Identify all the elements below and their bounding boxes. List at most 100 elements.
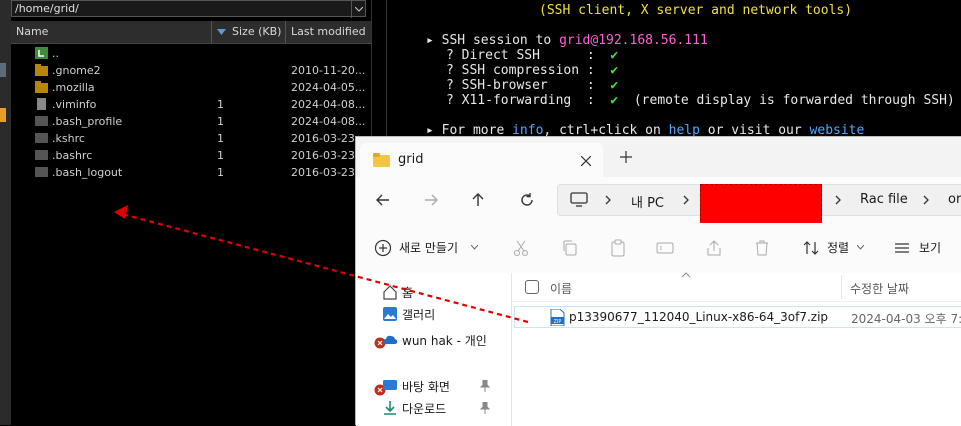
folder-icon [35,81,48,93]
tool-icon[interactable] [0,108,6,122]
terminal-check-line: ? X11-forwarding : ✔ (remote display is … [446,93,955,108]
download-icon [384,401,396,415]
sort-desc-icon [217,29,226,35]
file-row[interactable]: .viminfo 1 2024-04-08... [11,96,371,113]
file-row[interactable]: .bashrc 1 2016-03-23... [11,147,371,164]
onedrive-cloud-icon [382,335,398,344]
folder-icon [35,64,48,76]
column-header-size[interactable]: Size (KB) [211,21,285,43]
column-header-size-label: Size (KB) [232,25,282,38]
nav-item-onedrive[interactable]: wun hak - 개인 [356,329,511,351]
tab-grid[interactable]: grid [360,143,603,177]
file-name: .. [52,47,59,60]
check-label: ? Direct SSH : [446,48,595,63]
column-divider[interactable] [841,275,842,299]
file-row[interactable]: .bash_logout 1 2016-03-23... [11,164,371,181]
path-input[interactable]: /home/grid/ [11,0,366,18]
chevron-right-icon[interactable] [921,194,931,206]
column-header-modified[interactable]: 수정한 날짜 [850,280,909,297]
bullet-icon: ▸ [426,33,442,48]
nav-item-home[interactable]: 홈 [356,281,511,303]
desktop-icon [383,380,397,390]
chevron-right-icon[interactable] [833,194,843,206]
close-icon[interactable] [581,156,591,166]
file-row[interactable]: .bash_profile 1 2024-04-08... [11,113,371,130]
column-header-name[interactable]: Name [11,21,211,43]
file-row[interactable]: .mozilla 2024-04-05... [11,79,371,96]
home-icon [383,285,397,300]
chevron-down-icon [355,7,363,12]
delete-icon[interactable] [753,239,771,257]
forward-arrow-icon[interactable] [421,190,441,210]
file-row-zip[interactable]: ZIP p13390677_112040_Linux-x86-64_3of7.z… [514,306,961,328]
rename-icon[interactable] [656,239,674,257]
nav-item-label: 다운로드 [402,402,447,416]
new-tab-icon[interactable] [620,151,632,163]
check-note: (remote display is forwarded through SSH… [633,93,955,108]
session-target: grid@192.168.56.111 [559,33,708,48]
tool-icon[interactable] [0,63,6,77]
breadcrumb-this-pc[interactable]: 내 PC [631,192,664,211]
file-icon [35,167,48,177]
terminal-check-line: ? SSH compression : ✔ [446,63,618,78]
monitor-icon [570,192,588,207]
file-icon [35,150,48,160]
folder-icon [373,153,390,167]
nav-item-desktop[interactable]: 바탕 화면 [356,375,511,397]
terminal-check-line: ? SSH-browser : ✔ [446,78,618,93]
file-list-pane: 이름 수정한 날짜 ZIP p13390677_112040_Linux-x86… [512,272,961,426]
file-row[interactable]: .. [11,45,371,62]
nav-item-downloads[interactable]: 다운로드 [356,397,511,419]
up-arrow-icon[interactable] [468,190,488,210]
select-all-checkbox[interactable] [525,280,539,294]
column-header-name[interactable]: 이름 [550,280,572,297]
gallery-icon [383,307,397,321]
view-button[interactable]: 보기 [889,223,961,273]
file-name: .bash_logout [52,166,123,179]
file-modified: 2024-04-08... [291,98,366,111]
new-button-label: 새로 만들기 [399,241,459,255]
zip-file-icon: ZIP [550,309,565,326]
cut-icon[interactable] [512,239,530,257]
paste-icon[interactable] [609,239,627,257]
breadcrumb-rac-file[interactable]: Rac file [860,192,908,207]
breadcrumb-ora[interactable]: ora [948,192,961,207]
column-header-modified[interactable]: Last modified [285,21,371,43]
check-mark-icon: ✔ [610,93,619,108]
sort-button[interactable]: 정렬 [796,223,871,273]
nav-item-label: 바탕 화면 [402,380,450,394]
file-name: .gnome2 [52,64,101,77]
file-icon [35,133,48,143]
file-size: 1 [217,166,224,179]
chevron-right-icon[interactable] [603,194,613,206]
tab-bar: grid [356,137,961,177]
session-prefix: SSH session to [441,33,560,48]
refresh-icon[interactable] [517,190,537,210]
file-modified: 2024-04-03 오후 7:0 [851,312,961,326]
chevron-right-icon[interactable] [681,194,691,206]
file-name: p13390677_112040_Linux-x86-64_3of7.zip [569,310,829,324]
view-list-icon [895,243,909,253]
chevron-down-icon [471,245,478,250]
copy-icon[interactable] [561,239,579,257]
new-button[interactable]: 새로 만들기 [374,223,482,273]
navigation-pane: 홈 갤러리 wun hak - 개인 바탕 화면 다운로드 [356,273,512,426]
pin-icon[interactable] [480,402,490,414]
file-row[interactable]: .kshrc 1 2016-03-23... [11,130,371,147]
back-arrow-icon[interactable] [373,190,393,210]
nav-item-gallery[interactable]: 갤러리 [356,303,511,325]
file-modified: 2024-04-08... [291,115,366,128]
file-size: 1 [217,98,224,111]
file-name: .kshrc [52,132,85,145]
file-size: 1 [217,132,224,145]
pin-icon[interactable] [480,380,490,392]
plus-circle-icon [374,239,392,257]
nav-item-label: 홈 [402,286,414,300]
share-icon[interactable] [705,239,723,257]
file-explorer-window: grid 내 PC Rac file ora 새로 만들기 [355,136,961,426]
address-field[interactable]: 내 PC Rac file ora [557,184,961,226]
path-dropdown-button[interactable] [351,1,365,18]
file-row[interactable]: .gnome2 2010-11-20... [11,62,371,79]
sftp-browser: /home/grid/ Name Size (KB) Last modified… [11,0,371,425]
address-bar-row: 내 PC Rac file ora [356,177,961,226]
